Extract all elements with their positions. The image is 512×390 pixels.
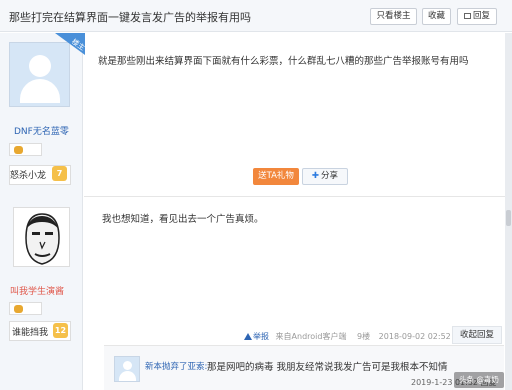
post-divider bbox=[84, 196, 505, 197]
author-badge-shape: 楼主 bbox=[55, 33, 87, 55]
reply-button[interactable]: 回复 bbox=[457, 8, 497, 25]
avatar-placeholder-head bbox=[123, 361, 132, 370]
post-time: 2018-09-02 02:52 bbox=[378, 332, 451, 341]
share-icon: ✚ bbox=[311, 171, 320, 181]
sub-reply: 新本抛弃了亚索: 那是网吧的病毒 我朋友经常说我发广告可是我根本不知情 2019… bbox=[104, 345, 504, 390]
reply-icon bbox=[463, 13, 471, 19]
report-link[interactable]: 举报 bbox=[253, 332, 269, 341]
avatar[interactable] bbox=[114, 356, 140, 382]
reply-label: 回复 bbox=[472, 11, 490, 21]
client-source: 来自Android客户端 bbox=[275, 332, 347, 341]
report-icon bbox=[244, 333, 252, 340]
post-content: 就是那些刚出来结算界面下面就有什么彩票，什么群乱七八糟的那些广告举报账号有用吗 bbox=[98, 56, 469, 67]
level-number: 12 bbox=[53, 323, 68, 338]
share-button[interactable]: ✚ 分享 bbox=[302, 168, 348, 185]
member-badge bbox=[9, 143, 42, 156]
avatar-placeholder-head bbox=[29, 55, 51, 77]
thread-header: 那些打完在结算界面一键发言发广告的举报有用吗 只看楼主 收藏 回复 bbox=[0, 0, 512, 32]
post-author-name[interactable]: DNF无名蓝零 bbox=[14, 124, 69, 137]
collapse-replies-button[interactable]: 收起回复 bbox=[452, 326, 502, 344]
avatar-placeholder-body bbox=[119, 371, 136, 381]
sub-reply-text: 那是网吧的病毒 我朋友经常说我发广告可是我根本不知情 bbox=[207, 362, 448, 373]
floor-number: 9楼 bbox=[357, 332, 371, 341]
post-content: 我也想知道，看见出去一个广告真烦。 bbox=[102, 214, 264, 225]
avatar-placeholder-body bbox=[20, 79, 60, 103]
avatar[interactable] bbox=[13, 207, 70, 267]
watermark: 头条 @毒奶 bbox=[454, 372, 504, 388]
sub-reply-author[interactable]: 新本抛弃了亚索: bbox=[145, 360, 207, 372]
post-author-name[interactable]: 叫我学生演酱 bbox=[10, 284, 64, 297]
share-label: 分享 bbox=[321, 171, 339, 181]
only-author-button[interactable]: 只看楼主 bbox=[370, 8, 417, 25]
level-name: 怒杀小龙 bbox=[10, 171, 47, 181]
level-name: 谁能挡我 bbox=[12, 328, 49, 338]
thread-title: 那些打完在结算界面一键发言发广告的举报有用吗 bbox=[9, 11, 251, 24]
favorite-button[interactable]: 收藏 bbox=[422, 8, 451, 25]
level-number: 7 bbox=[52, 166, 67, 181]
send-gift-button[interactable]: 送TA礼物 bbox=[253, 168, 299, 185]
member-badge bbox=[9, 302, 42, 315]
author-badge: 楼主 bbox=[55, 33, 87, 55]
meme-face-icon bbox=[25, 213, 60, 265]
post-meta: 举报 来自Android客户端 9楼 2018-09-02 02:52 bbox=[244, 331, 451, 342]
scrollbar-thumb[interactable] bbox=[506, 210, 511, 226]
member-icon bbox=[14, 146, 23, 154]
member-icon bbox=[14, 305, 23, 313]
